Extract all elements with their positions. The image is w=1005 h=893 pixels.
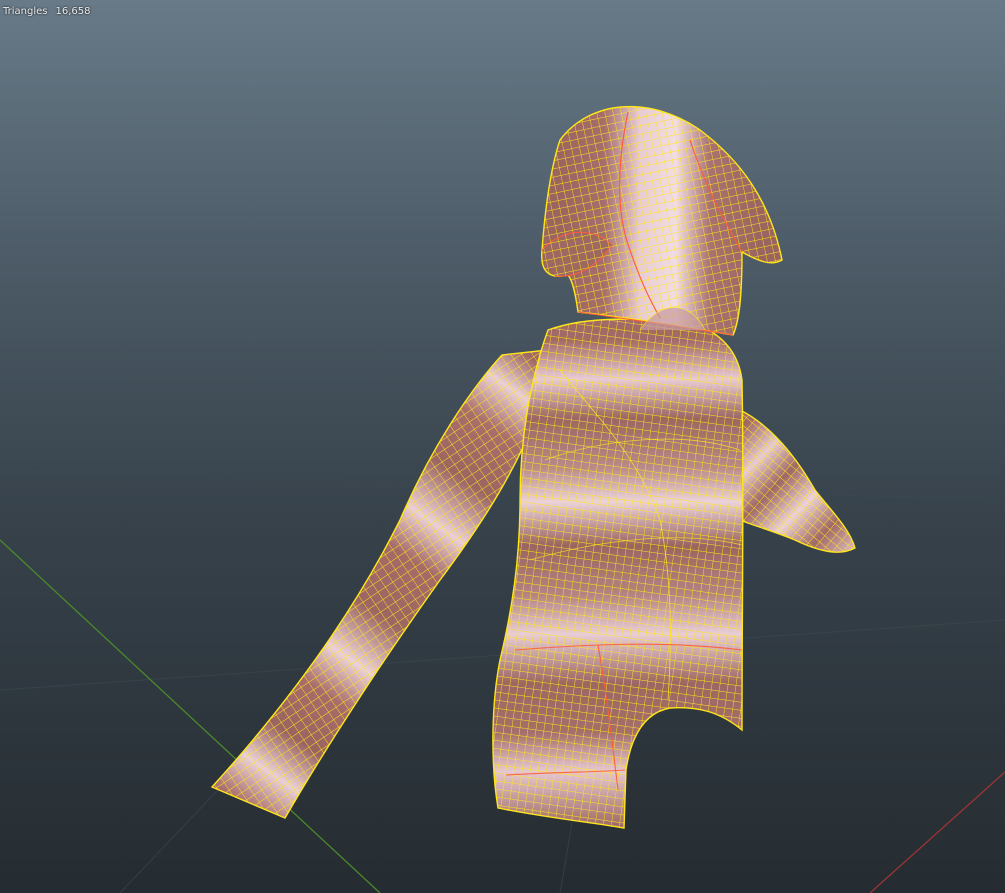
hoodie-mesh[interactable] bbox=[210, 105, 856, 829]
torso[interactable] bbox=[492, 318, 744, 829]
hood[interactable] bbox=[541, 105, 783, 336]
stats-overlay: Triangles 16,658 bbox=[3, 6, 90, 18]
3d-viewport[interactable]: ·· · · · · · ·· Triangles 16,658 bbox=[0, 0, 1005, 893]
triangles-count: 16,658 bbox=[55, 6, 91, 17]
triangles-label: Triangles bbox=[3, 6, 48, 17]
x-axis-line bbox=[869, 771, 1005, 893]
right-sleeve[interactable] bbox=[739, 408, 856, 553]
viewport-scene[interactable] bbox=[0, 0, 1005, 893]
stats-overlay-cut-line: ·· · · · · · ·· bbox=[3, 0, 51, 5]
